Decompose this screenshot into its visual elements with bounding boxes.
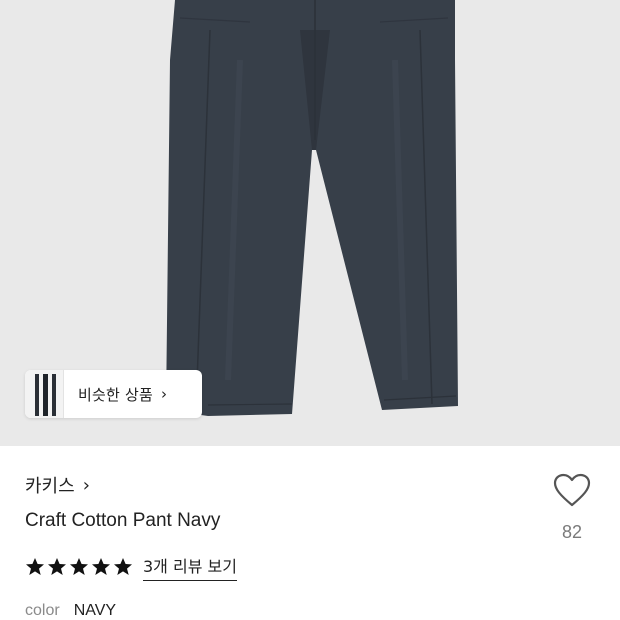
rating-stars: [25, 557, 135, 577]
product-info: 카키스 › Craft Cotton Pant Navy 82 3개 리뷰 보기…: [0, 446, 620, 620]
similar-product-thumbnail: [25, 370, 64, 418]
color-value: NAVY: [73, 602, 117, 619]
color-option: color NAVY: [25, 602, 116, 620]
star-filled-icon: [70, 558, 88, 575]
heart-outline-icon: [553, 473, 591, 507]
product-image[interactable]: 비슷한 상품 ›: [0, 0, 620, 446]
star-filled-icon: [26, 558, 44, 575]
brand-name: 카키스: [25, 476, 75, 497]
view-reviews-link[interactable]: 3개 리뷰 보기: [143, 553, 237, 581]
product-title: Craft Cotton Pant Navy: [25, 510, 221, 531]
brand-link[interactable]: 카키스 ›: [25, 472, 90, 498]
similar-products-label: 비슷한 상품: [78, 385, 153, 404]
star-filled-icon: [114, 558, 132, 575]
rating-row: 3개 리뷰 보기: [25, 553, 237, 581]
like-button[interactable]: [548, 473, 596, 507]
color-label: color: [25, 602, 60, 619]
similar-products-button[interactable]: 비슷한 상품 ›: [25, 370, 202, 418]
like-count: 82: [561, 522, 583, 542]
chevron-right-icon: ›: [82, 474, 90, 496]
star-filled-icon: [92, 558, 110, 575]
star-filled-icon: [48, 558, 66, 575]
chevron-right-icon: ›: [160, 385, 167, 403]
